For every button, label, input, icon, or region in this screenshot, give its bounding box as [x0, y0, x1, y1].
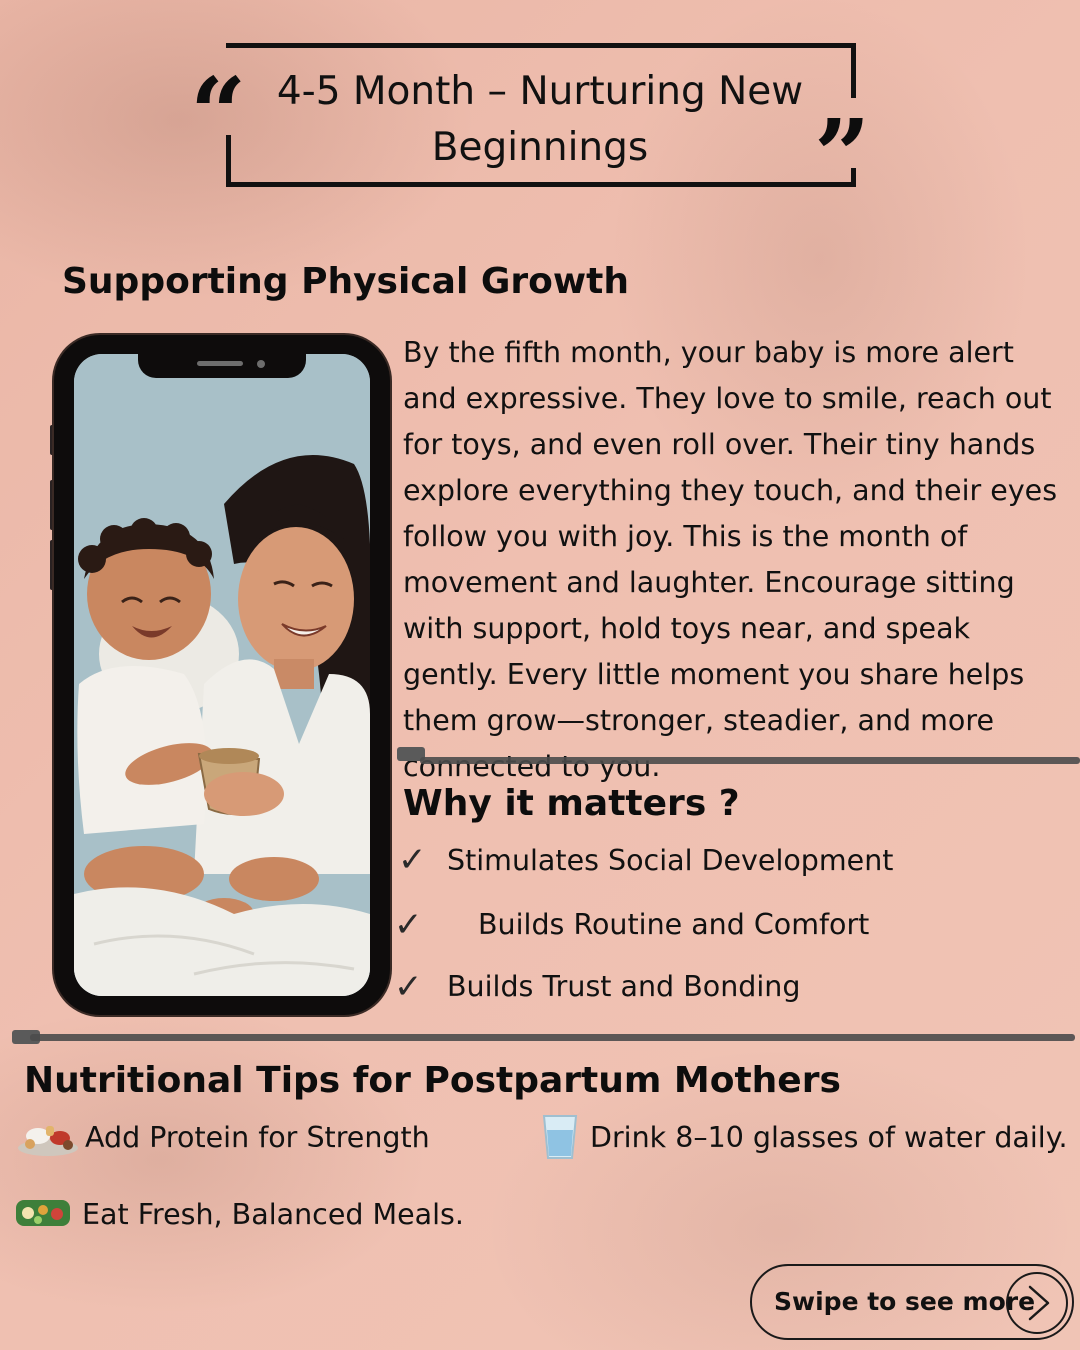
section-divider: [30, 1034, 1075, 1041]
checkmark-icon: ✓: [394, 905, 423, 945]
phone-notch: [138, 354, 306, 378]
title-frame-bottom: [226, 182, 856, 187]
title-frame-left: [226, 135, 231, 187]
checkmark-icon: ✓: [398, 840, 427, 880]
illustration-svg: [74, 354, 370, 996]
why-item: Builds Routine and Comfort: [478, 908, 870, 941]
physical-growth-heading: Supporting Physical Growth: [62, 261, 629, 302]
phone-speaker: [197, 361, 243, 366]
balanced-meal-icon: [14, 1196, 72, 1230]
nutrition-tip: Add Protein for Strength: [85, 1121, 430, 1154]
checkmark-icon: ✓: [394, 967, 423, 1007]
why-item: Stimulates Social Development: [447, 844, 894, 877]
nutrition-tip: Eat Fresh, Balanced Meals.: [82, 1198, 464, 1231]
nutrition-heading: Nutritional Tips for Postpartum Mothers: [24, 1060, 841, 1101]
title-frame-top: [226, 43, 856, 48]
page-title: 4-5 Month – Nurturing New Beginnings: [276, 69, 804, 170]
section-divider: [420, 757, 1080, 764]
physical-growth-description: By the fifth month, your baby is more al…: [403, 336, 1058, 783]
mother-baby-illustration: [74, 354, 370, 996]
chevron-right-icon[interactable]: [1006, 1272, 1068, 1334]
why-item: Builds Trust and Bonding: [447, 970, 801, 1003]
protein-food-icon: [16, 1118, 80, 1158]
phone-camera: [257, 360, 265, 368]
swipe-button-label: Swipe to see more: [774, 1287, 1036, 1316]
opening-quote-icon: “: [190, 66, 247, 126]
nutrition-tip: Drink 8–10 glasses of water daily.: [590, 1121, 1068, 1154]
why-it-matters-heading: Why it matters ?: [403, 783, 740, 824]
title-frame-right: [851, 43, 856, 98]
water-glass-icon: [540, 1112, 580, 1162]
